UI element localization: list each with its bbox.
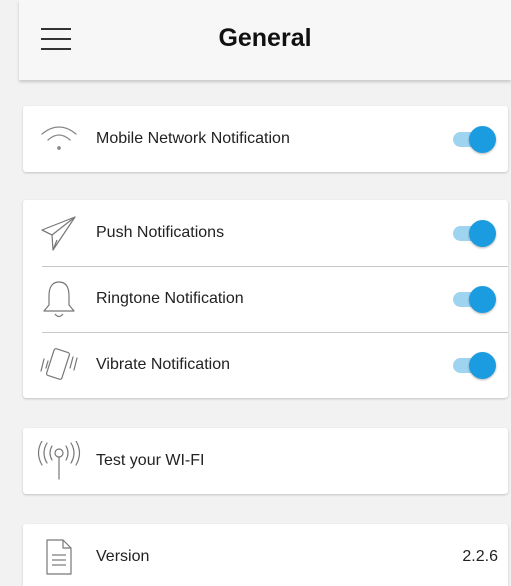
test-wifi-row[interactable]: Test your WI-FI (23, 428, 508, 494)
version-label: Version (96, 548, 150, 565)
paper-plane-icon (36, 210, 82, 256)
mobile-network-notification-label: Mobile Network Notification (96, 130, 290, 147)
version-row: Version 2.2.6 (23, 524, 508, 586)
push-notifications-label: Push Notifications (96, 224, 225, 241)
version-card: Version 2.2.6 (23, 524, 508, 586)
wifi-icon (36, 116, 82, 162)
bell-icon (36, 276, 82, 322)
mobile-network-notification-row[interactable]: Mobile Network Notification (23, 106, 508, 172)
vibrate-notification-label: Vibrate Notification (96, 356, 230, 373)
ringtone-notification-toggle[interactable] (451, 285, 496, 313)
mobile-network-notification-toggle[interactable] (451, 125, 496, 153)
test-wifi-label: Test your WI-FI (96, 452, 205, 469)
push-notifications-toggle[interactable] (451, 219, 496, 247)
antenna-signal-icon (36, 438, 82, 484)
network-card: Mobile Network Notification (23, 106, 508, 172)
ringtone-notification-label: Ringtone Notification (96, 290, 244, 307)
version-value: 2.2.6 (462, 548, 498, 565)
document-icon (36, 534, 82, 580)
app-header: General (19, 0, 511, 80)
push-notifications-row[interactable]: Push Notifications (23, 200, 508, 266)
vibrate-phone-icon (36, 342, 82, 388)
wifi-test-card: Test your WI-FI (23, 428, 508, 494)
notifications-card: Push Notifications Ringtone Notification (23, 200, 508, 398)
vibrate-notification-row[interactable]: Vibrate Notification (23, 332, 508, 398)
vibrate-notification-toggle[interactable] (451, 351, 496, 379)
ringtone-notification-row[interactable]: Ringtone Notification (23, 266, 508, 332)
page-title: General (218, 24, 312, 52)
